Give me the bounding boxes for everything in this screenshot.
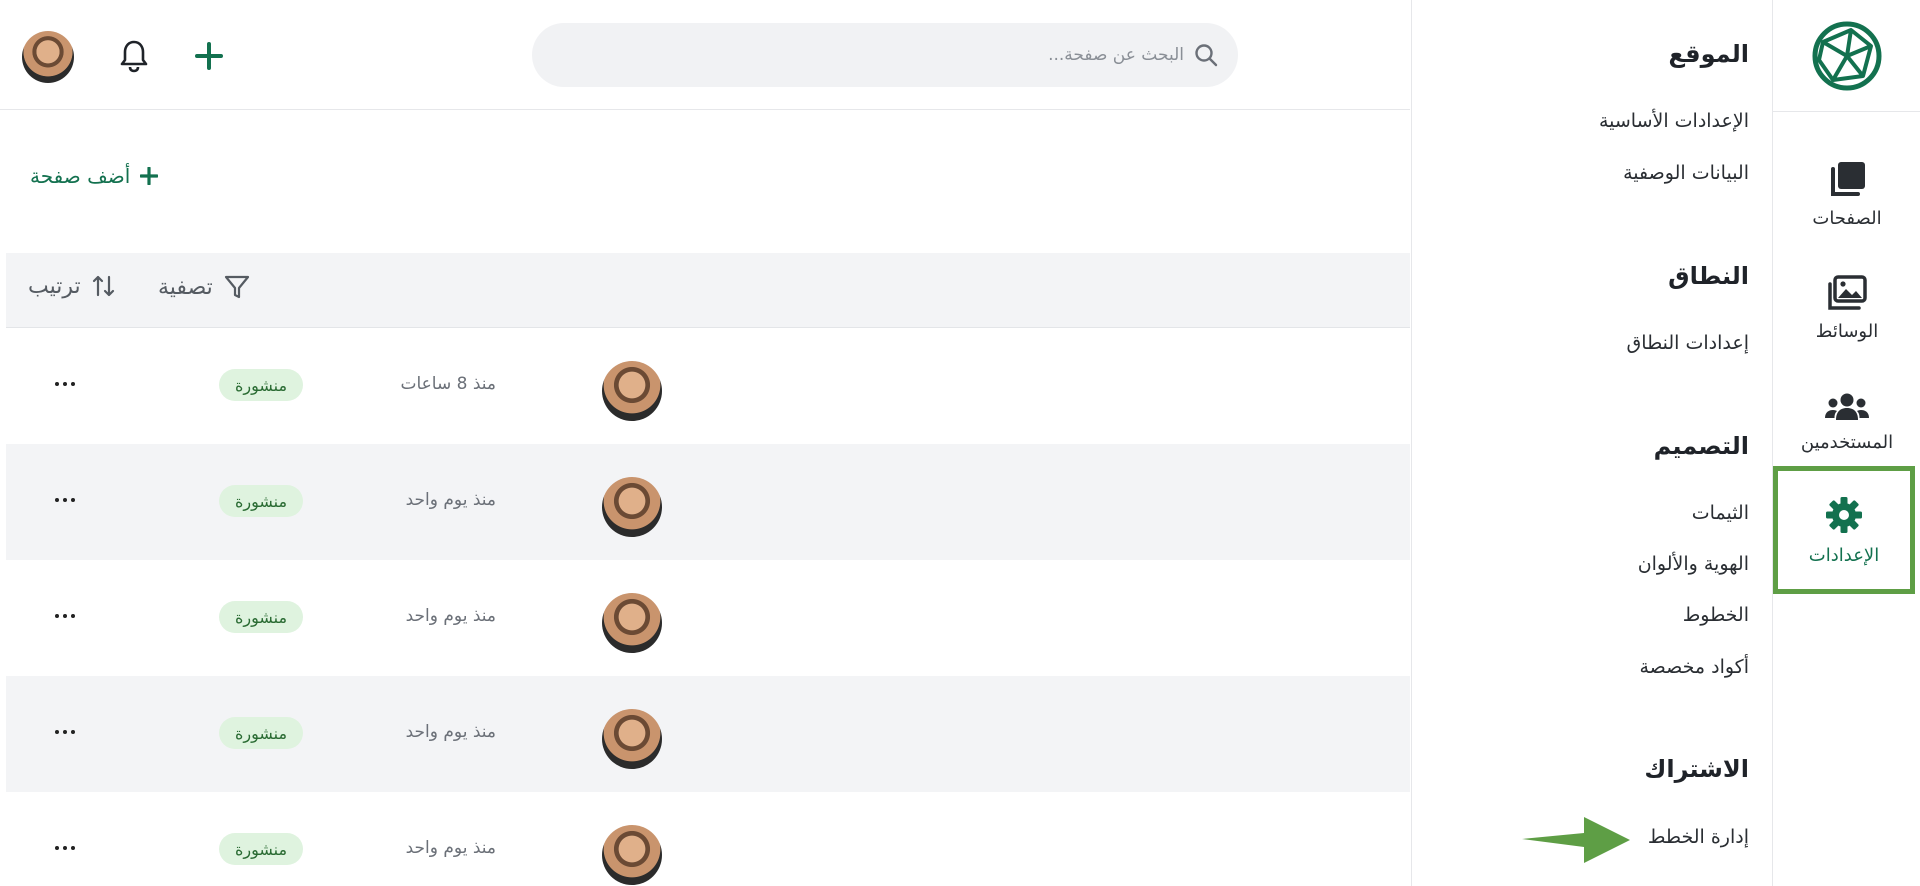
settings-link-manage-plans[interactable]: إدارة الخطط (1648, 826, 1749, 848)
users-icon (1825, 393, 1869, 420)
rail-item-label: الإعدادات (1808, 544, 1880, 566)
search-input[interactable] (584, 45, 1184, 65)
row-avatar (602, 825, 662, 885)
app-page: الصفحات الوسائط المستخدمين الإعدادات الم… (0, 0, 1920, 886)
section-title-domain: النطاق (1668, 262, 1749, 290)
table-row[interactable]: منذ 8 ساعات منشورة (6, 328, 1410, 444)
settings-link-basic[interactable]: الإعدادات الأساسية (1599, 110, 1749, 132)
settings-link-branding[interactable]: الهوية والألوان (1638, 553, 1749, 575)
more-options-icon[interactable] (50, 372, 80, 396)
status-badge: منشورة (219, 485, 303, 517)
settings-link-custom-code[interactable]: أكواد مخصصة (1639, 656, 1749, 678)
top-bar (0, 0, 1410, 110)
rail-item-label: المستخدمين (1800, 431, 1894, 453)
more-options-icon[interactable] (50, 488, 80, 512)
filter-icon (224, 275, 249, 299)
status-badge: منشورة (219, 717, 303, 749)
sort-button[interactable]: ترتيب (28, 273, 117, 299)
rail-item-settings[interactable]: الإعدادات (1773, 466, 1915, 594)
rail-item-users[interactable]: المستخدمين (1773, 368, 1920, 476)
more-options-icon[interactable] (50, 604, 80, 628)
more-options-icon[interactable] (50, 720, 80, 744)
search-icon (1195, 44, 1218, 67)
list-toolbar: تصفية ترتيب (6, 253, 1410, 328)
row-avatar (602, 593, 662, 653)
row-time: منذ يوم واحد (405, 606, 496, 626)
search-bar[interactable] (532, 23, 1238, 87)
more-options-icon[interactable] (50, 836, 80, 860)
table-row[interactable]: منذ يوم واحد منشورة (6, 676, 1410, 792)
table-row[interactable]: منذ يوم واحد منشورة (6, 560, 1410, 676)
settings-link-themes[interactable]: الثيمات (1692, 502, 1749, 524)
filter-label: تصفية (158, 274, 213, 300)
row-time: منذ يوم واحد (405, 490, 496, 510)
plus-icon[interactable] (195, 42, 223, 70)
sort-label: ترتيب (28, 273, 81, 299)
table-row[interactable]: منذ يوم واحد منشورة (6, 444, 1410, 560)
row-avatar (602, 361, 662, 421)
settings-link-domain[interactable]: إعدادات النطاق (1627, 332, 1749, 354)
logo-container[interactable] (1773, 0, 1920, 112)
add-page-label: أضف صفحة (30, 164, 131, 188)
section-title-design: التصميم (1653, 432, 1749, 460)
row-time: منذ 8 ساعات (400, 374, 496, 394)
sort-icon (92, 275, 114, 297)
row-avatar (602, 709, 662, 769)
section-title-site: الموقع (1668, 40, 1749, 68)
status-badge: منشورة (219, 833, 303, 865)
settings-link-fonts[interactable]: الخطوط (1683, 604, 1749, 626)
filter-button[interactable]: تصفية (158, 273, 251, 301)
status-badge: منشورة (219, 601, 303, 633)
pages-icon (1831, 161, 1865, 196)
table-row[interactable]: منذ يوم واحد منشورة (6, 792, 1410, 886)
row-time: منذ يوم واحد (405, 722, 496, 742)
row-avatar (602, 477, 662, 537)
row-time: منذ يوم واحد (405, 838, 496, 858)
rail-item-pages[interactable]: الصفحات (1773, 140, 1920, 248)
icon-rail: الصفحات الوسائط المستخدمين الإعدادات (1772, 0, 1920, 886)
avatar[interactable] (22, 31, 74, 83)
settings-link-metadata[interactable]: البيانات الوصفية (1623, 162, 1749, 184)
status-badge: منشورة (219, 369, 303, 401)
brand-logo-icon (1812, 21, 1882, 90)
add-page-button[interactable]: أضف صفحة (30, 164, 159, 188)
gear-icon (1826, 496, 1862, 533)
rail-item-label: الوسائط (1815, 320, 1879, 342)
rail-item-media[interactable]: الوسائط (1773, 254, 1920, 362)
bell-icon[interactable] (119, 39, 149, 73)
rail-item-label: الصفحات (1812, 207, 1882, 229)
section-title-subscription: الاشتراك (1644, 755, 1749, 783)
plus-icon (140, 167, 159, 185)
media-icon (1828, 274, 1867, 310)
pointer-arrow-icon (1522, 817, 1630, 863)
settings-panel: الموقع الإعدادات الأساسية البيانات الوصف… (1411, 0, 1771, 886)
